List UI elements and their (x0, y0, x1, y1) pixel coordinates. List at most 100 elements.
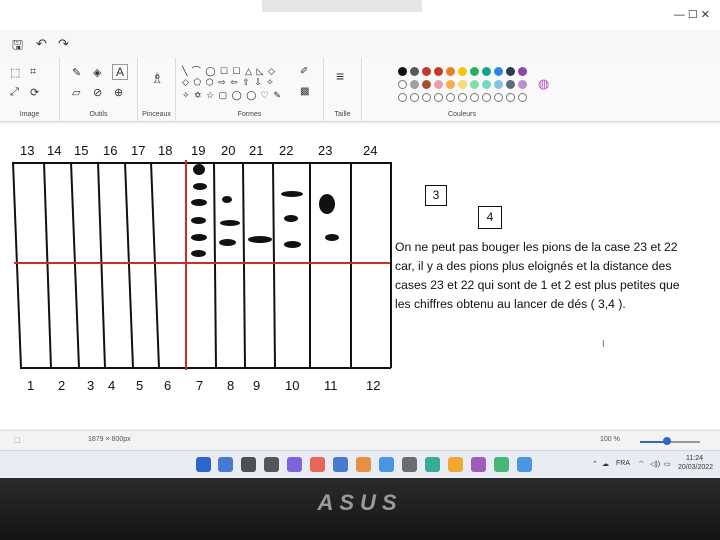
wifi-icon[interactable]: ⌔ (638, 460, 645, 469)
zoom-slider-thumb[interactable] (663, 437, 671, 445)
color-swatch[interactable] (482, 80, 491, 89)
color-swatch[interactable] (434, 80, 443, 89)
color-swatch[interactable] (458, 80, 467, 89)
redo-icon[interactable]: ↷ (58, 36, 69, 52)
pawn-piece (219, 239, 236, 246)
group-size: ≡ Taille (324, 58, 362, 122)
note-line: car, il y a des pions plus eloignés et l… (395, 259, 672, 273)
language[interactable]: FRA (616, 460, 630, 467)
drawing-canvas[interactable]: 13 14 15 16 17 18 19 20 21 22 23 24 1 2 3 4 5 6 7 8 9 10 11 12… (0, 124, 720, 429)
pencil-icon[interactable]: ✎ (72, 66, 81, 79)
battery-icon[interactable]: ▭ (664, 460, 671, 468)
color-swatch[interactable] (470, 80, 479, 89)
empty-color-swatch[interactable] (482, 93, 491, 102)
color-swatch[interactable] (518, 67, 527, 76)
clock-time[interactable]: 11:24 (686, 455, 703, 462)
taskbar-app-icon[interactable] (494, 457, 509, 472)
window-controls[interactable]: — ☐ ✕ (674, 8, 710, 21)
pawn-piece (325, 234, 339, 241)
brush-icon[interactable]: ♗ (151, 70, 164, 87)
text-tool-icon[interactable]: A (112, 64, 129, 80)
taskbar-app-icon[interactable] (425, 457, 440, 472)
undo-icon[interactable]: ↶ (36, 36, 47, 52)
point-number: 6 (164, 378, 172, 393)
taskbar-app-icon[interactable] (264, 457, 279, 472)
resize-icon[interactable]: ⤢ (10, 86, 19, 99)
taskbar-app-icon[interactable] (241, 457, 256, 472)
eraser-icon[interactable]: ▱ (72, 86, 80, 99)
rotate-icon[interactable]: ⟳ (30, 86, 39, 99)
color-swatch[interactable] (494, 67, 503, 76)
taskbar-app-icon[interactable] (310, 457, 325, 472)
point-number: 4 (108, 378, 116, 393)
taskbar-app-icon[interactable] (218, 457, 233, 472)
group-label-brushes: Pinceaux (142, 111, 171, 118)
point-number: 12 (366, 378, 381, 393)
title-tab (262, 0, 422, 12)
line-width-icon[interactable]: ≡ (336, 68, 344, 84)
shapes-row-1[interactable]: ╲ ⌒ ◯ ☐ ☐ △ ◺ ◇ (182, 64, 276, 77)
pawn-piece (284, 215, 298, 222)
magnifier-icon[interactable]: ⊕ (114, 86, 123, 99)
empty-color-swatch[interactable] (506, 93, 515, 102)
crop-icon[interactable]: ⌗ (30, 66, 36, 79)
empty-color-swatch[interactable] (446, 93, 455, 102)
pawn-piece (191, 234, 207, 241)
color-swatch[interactable] (410, 80, 419, 89)
color-swatch[interactable] (506, 67, 515, 76)
taskbar-app-icon[interactable] (517, 457, 532, 472)
shapes-row-2[interactable]: ◇ ⬠ ⬡ ⇨ ⇦ ⇧ ⇩ ✧ (182, 77, 275, 88)
color-swatch[interactable] (482, 67, 491, 76)
column-line (272, 161, 276, 368)
empty-color-swatch[interactable] (518, 93, 527, 102)
empty-color-swatch[interactable] (422, 93, 431, 102)
empty-color-swatch[interactable] (470, 93, 479, 102)
color-swatch[interactable] (434, 67, 443, 76)
color-swatch[interactable] (458, 67, 467, 76)
color-swatch[interactable] (494, 80, 503, 89)
taskbar-app-icon[interactable] (448, 457, 463, 472)
color-swatch[interactable] (398, 80, 407, 89)
chevron-up-icon[interactable]: ⌃ (592, 460, 598, 468)
color-picker-icon[interactable]: ⊘ (93, 86, 102, 99)
point-number: 18 (158, 143, 173, 158)
empty-color-swatch[interactable] (494, 93, 503, 102)
color-swatch[interactable] (446, 80, 455, 89)
taskbar-app-icon[interactable] (287, 457, 302, 472)
color-swatch[interactable] (398, 67, 407, 76)
taskbar-app-icon[interactable] (333, 457, 348, 472)
color-swatch[interactable] (446, 67, 455, 76)
shapes-row-3[interactable]: ✧ ✡ ☆ ▢ ◯ ◯ ♡ ✎ (182, 90, 282, 101)
pawn-piece (281, 191, 303, 197)
fill-icon[interactable]: ◈ (93, 66, 101, 79)
save-icon[interactable]: 🖫 (12, 36, 23, 58)
empty-color-swatch[interactable] (458, 93, 467, 102)
taskbar-app-icon[interactable] (471, 457, 486, 472)
cloud-icon[interactable]: ☁ (602, 460, 609, 468)
empty-color-swatch[interactable] (410, 93, 419, 102)
empty-color-swatch[interactable] (398, 93, 407, 102)
windows-start-icon[interactable] (196, 457, 211, 472)
pawn-piece (220, 220, 240, 226)
color-swatch[interactable] (422, 80, 431, 89)
volume-icon[interactable]: ◁)) (650, 460, 660, 468)
dice-box-4: 4 (478, 206, 502, 229)
taskbar-app-icon[interactable] (402, 457, 417, 472)
taskbar-app-icon[interactable] (356, 457, 371, 472)
point-number: 19 (191, 143, 206, 158)
column-line (43, 161, 52, 368)
pawn-piece (193, 183, 207, 190)
color-swatch[interactable] (410, 67, 419, 76)
color-swatch[interactable] (470, 67, 479, 76)
taskbar-app-icon[interactable] (379, 457, 394, 472)
shape-fill-icon[interactable]: ▩ (300, 86, 309, 97)
color-swatch[interactable] (506, 80, 515, 89)
select-icon[interactable]: ⬚ (10, 66, 20, 79)
clock-date[interactable]: 20/03/2022 (678, 464, 713, 471)
edit-colors-icon[interactable]: ◍ (538, 76, 549, 92)
color-swatch[interactable] (422, 67, 431, 76)
outline-icon[interactable]: ✐ (300, 66, 308, 77)
column-line (70, 161, 80, 368)
empty-color-swatch[interactable] (434, 93, 443, 102)
color-swatch[interactable] (518, 80, 527, 89)
